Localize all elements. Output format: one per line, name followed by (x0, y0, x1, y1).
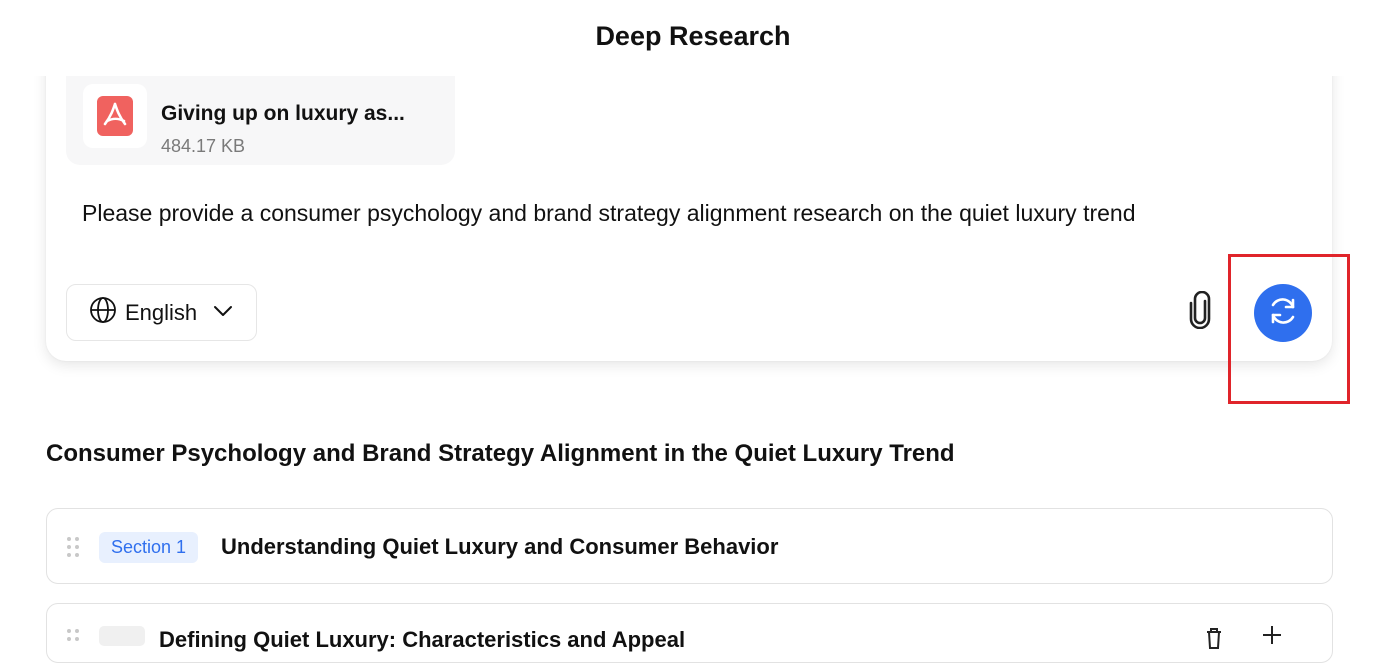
section-badge: Section 1 (99, 532, 199, 563)
page-title: Deep Research (595, 21, 791, 51)
attachment-name: Giving up on luxury as... (161, 102, 405, 125)
app-header: Deep Research (0, 0, 1386, 76)
refresh-button[interactable] (1254, 284, 1312, 342)
section-title[interactable]: Understanding Quiet Luxury and Consumer … (221, 534, 778, 560)
drag-handle-icon[interactable] (65, 536, 81, 563)
attachment-size: 484.17 KB (161, 136, 246, 156)
subsection-title[interactable]: Defining Quiet Luxury: Characteristics a… (159, 627, 685, 653)
trash-icon[interactable] (1203, 626, 1225, 655)
subsection-badge (99, 626, 145, 646)
pdf-icon (83, 84, 147, 148)
research-input-card: Giving up on luxury as... 484.17 KB Plea… (46, 40, 1332, 361)
plus-icon[interactable] (1261, 624, 1283, 651)
language-label: English (125, 299, 198, 325)
subsection-row[interactable]: Defining Quiet Luxury: Characteristics a… (46, 603, 1333, 663)
outline-title: Consumer Psychology and Brand Strategy A… (46, 440, 955, 467)
prompt-text[interactable]: Please provide a consumer psychology and… (82, 200, 1136, 227)
chevron-down-icon (213, 304, 233, 322)
language-selector[interactable]: English (66, 284, 257, 341)
globe-icon (89, 296, 117, 329)
attach-button[interactable] (1180, 290, 1220, 334)
section-row[interactable]: Section 1 Understanding Quiet Luxury and… (46, 508, 1333, 584)
paperclip-icon (1186, 290, 1214, 334)
drag-handle-icon[interactable] (65, 628, 81, 655)
refresh-icon (1266, 294, 1300, 333)
